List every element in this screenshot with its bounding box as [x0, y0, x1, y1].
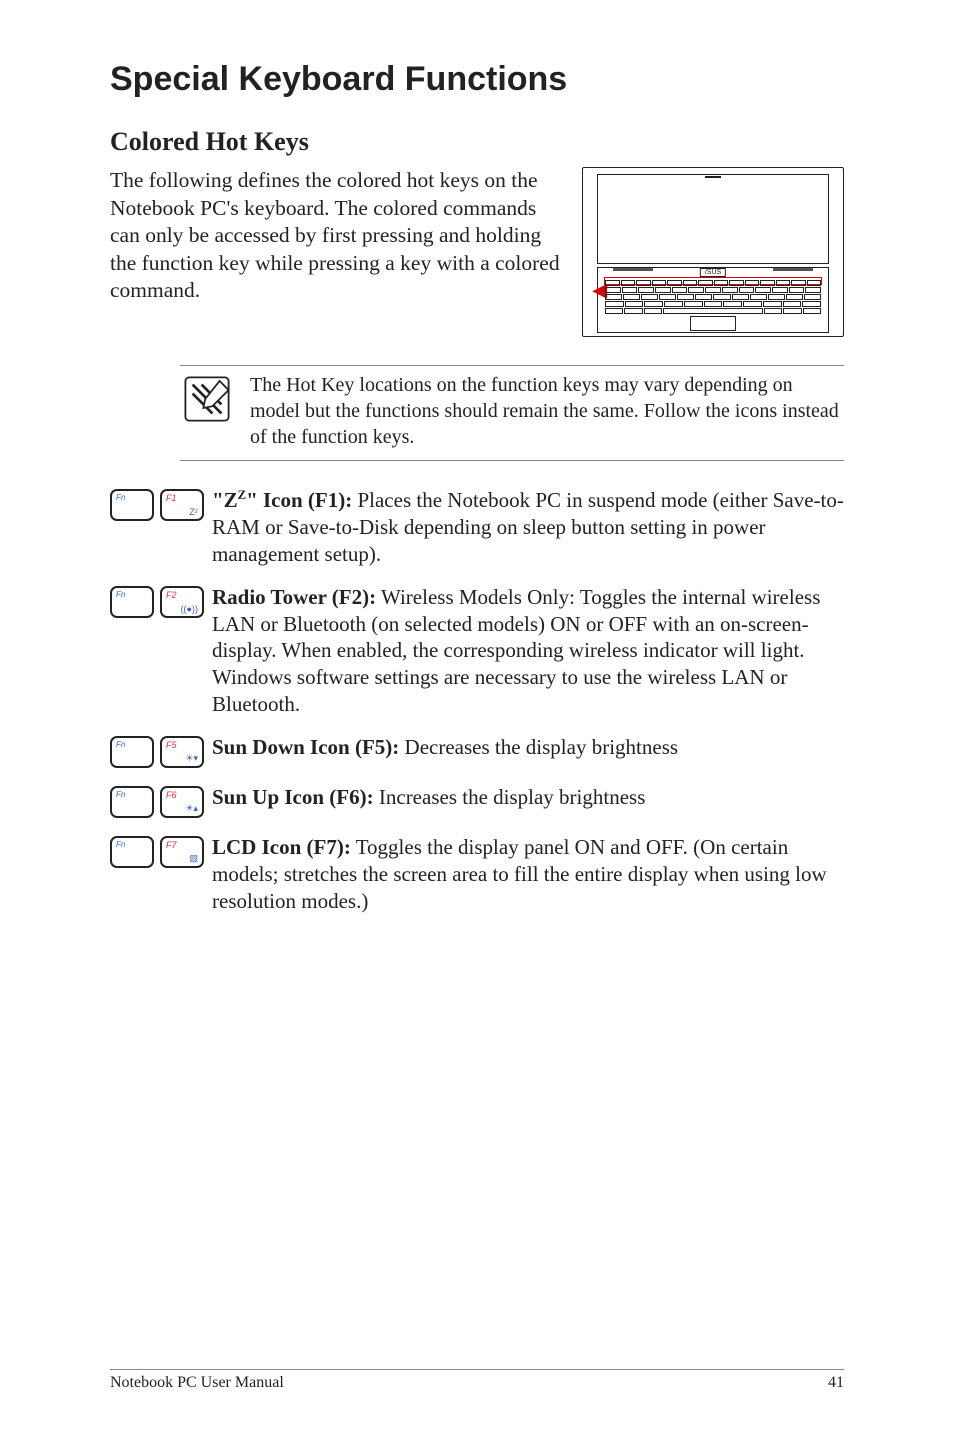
fn-key-icon: Fn — [110, 836, 154, 868]
hotkey-title: "ZZ" Icon (F1): — [212, 488, 352, 512]
hotkey-row-f5: Fn F5 ☀▾ Sun Down Icon (F5): Decreases t… — [110, 734, 844, 768]
section-heading: Colored Hot Keys — [110, 127, 844, 157]
hotkey-row-f7: Fn F7 ▧ LCD Icon (F7): Toggles the displ… — [110, 834, 844, 915]
note-callout: The Hot Key locations on the function ke… — [180, 365, 844, 461]
key-pair: Fn F2 ((●)) — [110, 584, 204, 618]
footer-page-number: 41 — [828, 1374, 844, 1392]
note-icon — [180, 372, 234, 426]
f7-key-icon: F7 ▧ — [160, 836, 204, 868]
key-pair: Fn F5 ☀▾ — [110, 734, 204, 768]
hotkey-desc: "ZZ" Icon (F1): Places the Notebook PC i… — [212, 487, 844, 568]
fn-key-icon: Fn — [110, 736, 154, 768]
f1-key-icon: F1 Zᶻ — [160, 489, 204, 521]
footer-manual-title: Notebook PC User Manual — [110, 1374, 284, 1392]
intro-text: The following defines the colored hot ke… — [110, 167, 564, 305]
key-pair: Fn F6 ☀▴ — [110, 784, 204, 818]
fn-key-icon: Fn — [110, 786, 154, 818]
hotkey-title: Sun Down Icon (F5): — [212, 735, 399, 759]
intro-row: The following defines the colored hot ke… — [110, 167, 844, 337]
hotkey-row-f6: Fn F6 ☀▴ Sun Up Icon (F6): Increases the… — [110, 784, 844, 818]
laptop-brand-label: /SUS — [700, 268, 726, 277]
laptop-illustration: /SUS ◀ — [582, 167, 844, 337]
hotkey-row-f1: Fn F1 Zᶻ "ZZ" Icon (F1): Places the Note… — [110, 487, 844, 568]
hotkey-title: Radio Tower (F2): — [212, 585, 376, 609]
note-text: The Hot Key locations on the function ke… — [250, 372, 844, 450]
f2-key-icon: F2 ((●)) — [160, 586, 204, 618]
page-footer: Notebook PC User Manual 41 — [110, 1369, 844, 1392]
key-pair: Fn F7 ▧ — [110, 834, 204, 868]
fn-key-icon: Fn — [110, 586, 154, 618]
f5-key-icon: F5 ☀▾ — [160, 736, 204, 768]
f6-key-icon: F6 ☀▴ — [160, 786, 204, 818]
fn-key-icon: Fn — [110, 489, 154, 521]
hotkey-title: Sun Up Icon (F6): — [212, 785, 374, 809]
hotkey-desc: Sun Down Icon (F5): Decreases the displa… — [212, 734, 844, 761]
hotkey-row-f2: Fn F2 ((●)) Radio Tower (F2): Wireless M… — [110, 584, 844, 718]
hotkey-desc: LCD Icon (F7): Toggles the display panel… — [212, 834, 844, 915]
hotkey-desc: Sun Up Icon (F6): Increases the display … — [212, 784, 844, 811]
hotkey-title: LCD Icon (F7): — [212, 835, 351, 859]
hotkey-desc: Radio Tower (F2): Wireless Models Only: … — [212, 584, 844, 718]
key-pair: Fn F1 Zᶻ — [110, 487, 204, 521]
page-title: Special Keyboard Functions — [110, 60, 844, 99]
